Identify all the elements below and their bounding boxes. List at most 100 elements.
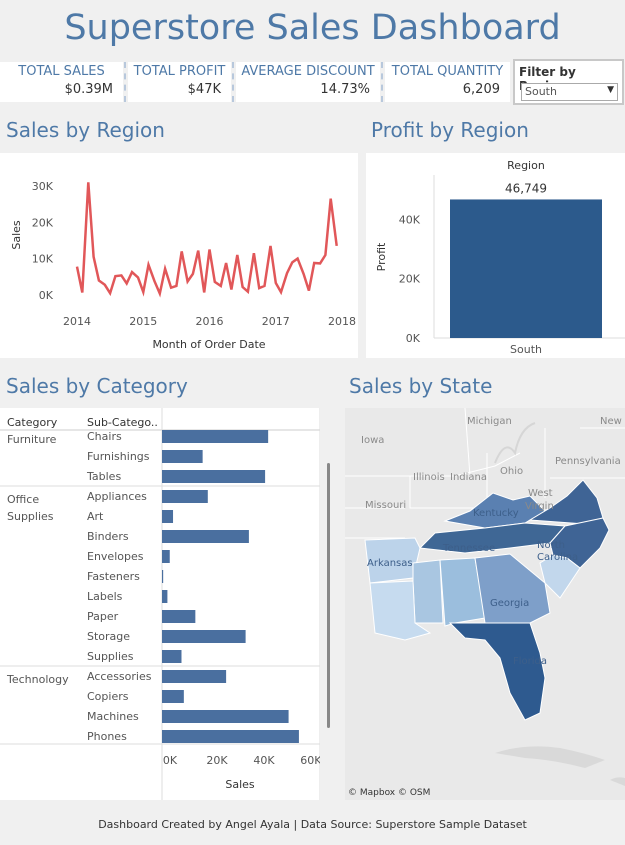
y-tick-label: 20K	[32, 216, 54, 229]
map-place-label: Illinois	[413, 472, 445, 483]
subcategory-label: Supplies	[87, 650, 134, 663]
state-mississippi[interactable]	[412, 559, 444, 624]
map-attribution[interactable]: © Mapbox © OSM	[348, 788, 430, 798]
subcategory-bar[interactable]	[162, 550, 170, 563]
subcategory-label: Tables	[86, 470, 121, 483]
map-place-label: Tennessee	[442, 543, 495, 554]
category-label: Office	[7, 493, 39, 506]
x-tick-label: 20K	[206, 754, 228, 767]
x-tick-label: South	[510, 343, 542, 356]
subcategory-label: Labels	[87, 590, 123, 603]
map-place-label: Carolina	[537, 552, 578, 563]
subcategory-label: Phones	[87, 730, 127, 743]
sales-by-category-title: Sales by Category	[6, 374, 188, 398]
dashboard-footer: Dashboard Created by Angel Ayala | Data …	[98, 818, 527, 831]
category-label: Furniture	[7, 433, 57, 446]
sales-by-region-title: Sales by Region	[6, 118, 165, 142]
subcategory-bar[interactable]	[162, 670, 227, 683]
bar-data-label: 46,749	[505, 181, 547, 195]
subcategory-bar[interactable]	[162, 470, 266, 483]
map-place-label: New Yo	[600, 416, 625, 427]
map-place-label: West	[528, 488, 553, 499]
subcategory-label: Storage	[87, 630, 130, 643]
map-place-label: North	[537, 540, 565, 551]
profit-by-region-panel: Region 0K 20K 40K 46,749 South Profit	[366, 153, 625, 358]
x-axis-label: Month of Order Date	[152, 338, 265, 351]
subcategory-label: Envelopes	[87, 550, 144, 563]
region-dropdown[interactable]: South ▼	[521, 83, 618, 101]
map-place-label: Michigan	[467, 416, 512, 427]
state-map-svg: Michigan New Yo Iowa Pennsylvania Illinois In…	[345, 408, 625, 786]
subcategory-bar[interactable]	[162, 630, 246, 643]
subcategory-label: Machines	[87, 710, 139, 723]
subcategory-bar[interactable]	[162, 610, 196, 623]
profit-bar[interactable]	[450, 199, 602, 338]
subcategory-label: Binders	[87, 530, 129, 543]
subcategory-label: Fasteners	[87, 570, 140, 583]
subcategory-bar[interactable]	[162, 490, 208, 503]
category-bar-chart: Category Sub-Catego.. Furniture Chairs Fur…	[0, 408, 322, 800]
subcategory-header: Sub-Catego..	[87, 416, 158, 429]
x-tick-label: 2017	[262, 315, 290, 328]
kpi-divider	[124, 62, 126, 102]
subcategory-label: Art	[87, 510, 104, 523]
region-dropdown-value: South	[525, 85, 557, 98]
kpi-value: $47K	[187, 82, 221, 97]
map-place-label: Arkansas	[367, 558, 413, 569]
vertical-scrollbar[interactable]	[327, 463, 330, 728]
subcategory-bar[interactable]	[162, 730, 299, 743]
sales-line-chart: 0K 10K 20K 30K 2014 2015 2016 2017 2018 Sales M…	[10, 180, 356, 351]
map-place-label: Indiana	[450, 472, 487, 483]
y-axis-label: Profit	[375, 242, 388, 271]
map-place-label: Ohio	[500, 466, 523, 477]
x-tick-label: 60K	[300, 754, 320, 767]
kpi-average-discount: AVERAGE DISCOUNT 14.73%	[236, 62, 380, 102]
profit-by-region-title: Profit by Region	[371, 118, 529, 142]
map-place-label: Georgia	[490, 598, 529, 609]
sales-by-state-title: Sales by State	[349, 374, 493, 398]
kpi-divider	[232, 62, 234, 102]
subcategory-bar[interactable]	[162, 690, 184, 703]
map-place-label: Pennsylvania	[555, 456, 621, 467]
category-header: Category	[7, 416, 58, 429]
dropdown-arrow-icon[interactable]: ▼	[607, 85, 614, 95]
subcategory-bar[interactable]	[162, 530, 249, 543]
y-tick-label: 0K	[39, 289, 54, 302]
subcategory-bar[interactable]	[162, 430, 269, 443]
y-tick-label: 10K	[32, 253, 54, 266]
kpi-value: 6,209	[462, 82, 500, 97]
kpi-value: 14.73%	[320, 82, 370, 97]
kpi-label: AVERAGE DISCOUNT	[241, 64, 375, 79]
subcategory-label: Accessories	[87, 670, 152, 683]
map-place-label: Iowa	[361, 435, 384, 446]
profit-chart-title: Region	[507, 159, 545, 172]
kpi-total-quantity: TOTAL QUANTITY 6,209	[385, 62, 510, 102]
category-label: Technology	[6, 673, 69, 686]
map-place-label: Virgin	[525, 501, 554, 512]
y-tick-label: 20K	[399, 273, 421, 286]
subcategory-bar[interactable]	[162, 590, 168, 603]
sales-series-line	[75, 182, 338, 298]
subcategory-label: Chairs	[87, 430, 122, 443]
kpi-value: $0.39M	[64, 82, 113, 97]
subcategory-bar[interactable]	[162, 450, 203, 463]
y-tick-label: 0K	[406, 332, 421, 345]
subcategory-label: Paper	[87, 610, 119, 623]
category-label: Supplies	[7, 510, 54, 523]
sales-by-state-map[interactable]: Michigan New Yo Iowa Pennsylvania Illinois In…	[345, 408, 625, 800]
sales-by-category-panel: Category Sub-Catego.. Furniture Chairs Fur…	[0, 408, 322, 800]
state-florida[interactable]	[448, 622, 546, 721]
subcategory-bar[interactable]	[162, 710, 289, 723]
x-tick-label: 2014	[63, 315, 91, 328]
sales-by-region-panel: 0K 10K 20K 30K 2014 2015 2016 2017 2018 Sales M…	[0, 153, 358, 358]
state-georgia[interactable]	[474, 553, 551, 624]
subcategory-bar[interactable]	[162, 650, 182, 663]
map-place-label: Kentucky	[473, 508, 519, 519]
subcategory-label: Appliances	[87, 490, 147, 503]
map-place-label: Florida	[513, 656, 547, 667]
kpi-total-sales: TOTAL SALES $0.39M	[0, 62, 123, 102]
dashboard-title: Superstore Sales Dashboard	[64, 8, 561, 48]
subcategory-label: Copiers	[87, 690, 129, 703]
subcategory-bar[interactable]	[162, 510, 174, 523]
subcategory-bar[interactable]	[162, 570, 164, 583]
